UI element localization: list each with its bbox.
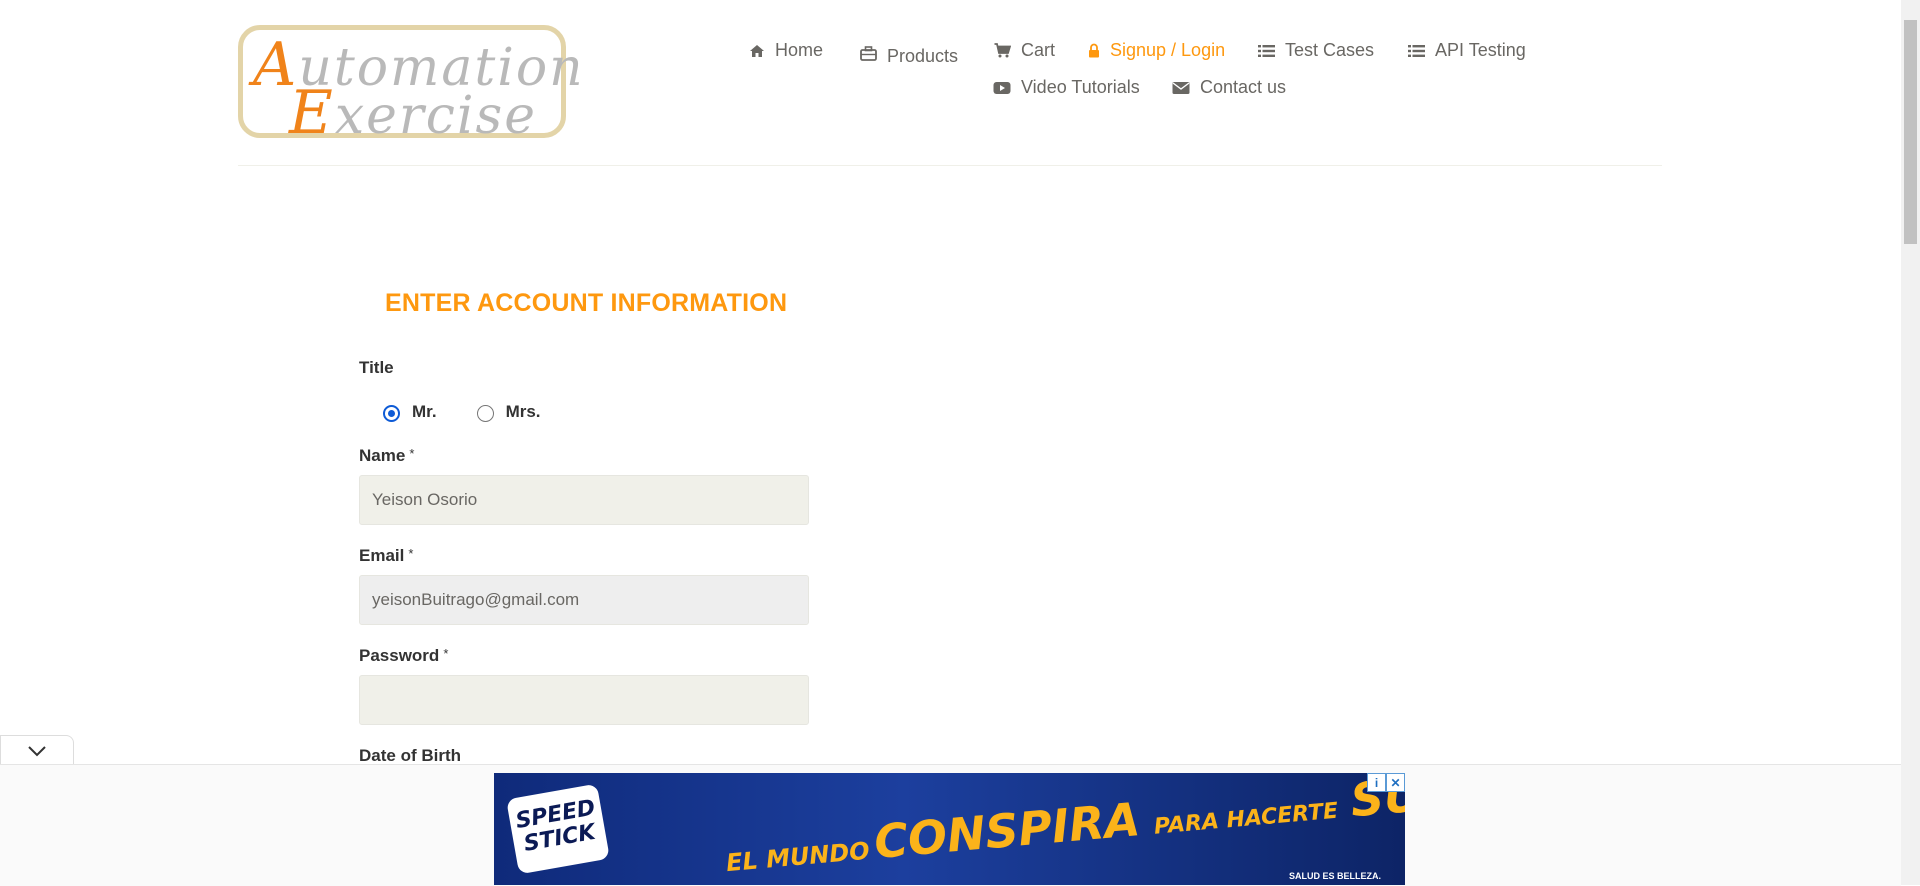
ad-banner[interactable]: SPEED STICK EL MUNDO CONSPIRA PARA HACER…	[494, 773, 1405, 885]
title-mr-label: Mr.	[412, 401, 437, 421]
list-icon	[1258, 44, 1275, 57]
email-input-value: yeisonBuitrago@gmail.com	[372, 590, 580, 609]
nav-contact-us[interactable]: Contact us	[1172, 77, 1286, 98]
ad-headline-w2: CONSPIRA	[872, 792, 1143, 870]
logo-line2: xercise	[334, 86, 537, 146]
nav-api-testing[interactable]: API Testing	[1408, 40, 1526, 61]
email-label: Email *	[359, 546, 413, 566]
nav-cart-label: Cart	[1021, 40, 1056, 60]
close-icon[interactable]: ✕	[1386, 773, 1405, 792]
title-label: Title	[359, 358, 394, 377]
account-info-heading: ENTER ACCOUNT INFORMATION	[385, 289, 788, 317]
ad-headline: EL MUNDO CONSPIRA PARA HACERTE SUDAR	[723, 773, 1405, 882]
name-input-value: Yeison Osorio	[372, 490, 478, 509]
name-label-text: Name	[359, 446, 406, 465]
nav-test-cases-label: Test Cases	[1285, 40, 1375, 60]
nav-home-label: Home	[775, 40, 824, 60]
info-icon[interactable]: i	[1367, 773, 1386, 792]
briefcase-icon	[860, 46, 877, 61]
nav-contact-us-label: Contact us	[1200, 77, 1287, 97]
title-mr-radio[interactable]: Mr.	[383, 401, 437, 422]
ad-controls: i ✕	[1367, 773, 1405, 792]
ad-headline-w1: EL MUNDO	[725, 836, 871, 878]
nav-products-label: Products	[887, 46, 959, 66]
lock-icon	[1089, 43, 1099, 58]
list-icon	[1408, 44, 1425, 57]
cart-icon	[994, 43, 1011, 58]
page-scrollbar[interactable]	[1901, 0, 1920, 885]
nav-signup-login-label: Signup / Login	[1110, 40, 1226, 60]
password-label: Password *	[359, 646, 448, 666]
name-label: Name *	[359, 446, 414, 466]
header-divider	[238, 165, 1662, 166]
logo-cap-e: E	[289, 78, 335, 148]
required-asterisk: *	[409, 446, 415, 461]
ad-tagline: SALUD ES BELLEZA.	[1288, 871, 1381, 881]
chevron-down-icon	[28, 746, 46, 757]
nav-signup-login[interactable]: Signup / Login	[1088, 40, 1225, 61]
ad-collapse-toggle[interactable]	[0, 735, 74, 766]
scrollbar-thumb[interactable]	[1904, 20, 1917, 244]
title-mrs-radio[interactable]: Mrs.	[476, 401, 541, 422]
radio-checked-icon[interactable]	[383, 405, 400, 422]
email-input[interactable]: yeisonBuitrago@gmail.com	[359, 575, 809, 625]
nav-products[interactable]: Products	[860, 40, 958, 67]
name-input[interactable]: Yeison Osorio	[359, 475, 809, 525]
envelope-icon	[1172, 81, 1190, 94]
nav-home[interactable]: Home	[749, 40, 823, 61]
password-label-text: Password	[359, 646, 440, 665]
nav-api-testing-label: API Testing	[1435, 40, 1526, 60]
dob-label: Date of Birth	[359, 746, 461, 765]
nav-video-tutorials[interactable]: Video Tutorials	[993, 77, 1140, 98]
youtube-play-icon	[993, 81, 1011, 94]
title-radio-group: Mr. Mrs.	[383, 401, 581, 422]
nav-video-tutorials-label: Video Tutorials	[1021, 77, 1140, 97]
title-mrs-label: Mrs.	[505, 401, 541, 421]
password-input[interactable]	[359, 675, 809, 725]
required-asterisk: *	[443, 646, 449, 661]
home-icon	[750, 44, 764, 57]
ad-headline-w3: PARA HACERTE	[1152, 798, 1340, 840]
nav-cart[interactable]: Cart	[994, 40, 1055, 61]
email-label-text: Email	[359, 546, 405, 565]
nav-test-cases[interactable]: Test Cases	[1258, 40, 1374, 61]
ad-brand-logo: SPEED STICK	[506, 783, 610, 875]
radio-unchecked-icon[interactable]	[476, 405, 494, 422]
site-logo[interactable]: Automation Exercise	[238, 25, 583, 148]
required-asterisk: *	[408, 546, 414, 561]
